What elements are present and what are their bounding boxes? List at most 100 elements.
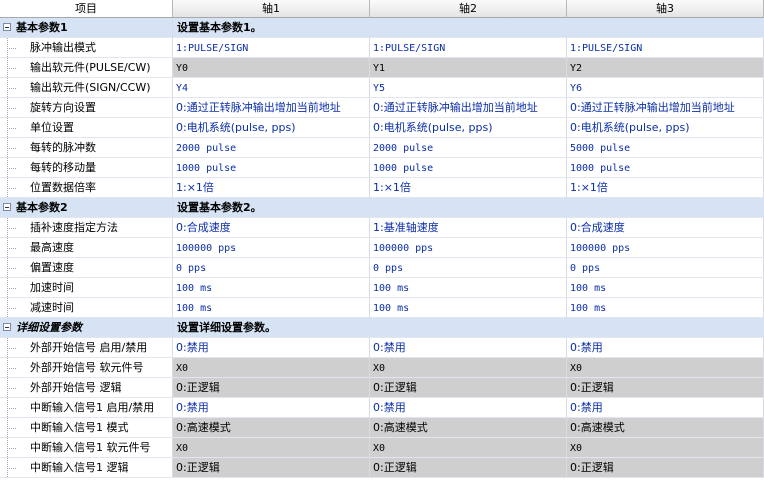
- parameter-row[interactable]: 最高速度 100000 pps 100000 pps 100000 pps: [0, 238, 764, 258]
- axis2-value-cell[interactable]: 0:通过正转脉冲输出增加当前地址: [370, 98, 567, 118]
- axis2-value-cell[interactable]: 100 ms: [370, 298, 567, 318]
- parameter-label-cell[interactable]: 外部开始信号 逻辑: [0, 378, 173, 398]
- parameter-row[interactable]: 外部开始信号 逻辑 0:正逻辑 0:正逻辑 0:正逻辑: [0, 378, 764, 398]
- axis3-value-cell[interactable]: 0:合成速度: [567, 218, 764, 238]
- column-header-item[interactable]: 项目: [0, 0, 173, 18]
- axis2-value-cell[interactable]: 1:×1倍: [370, 178, 567, 198]
- parameter-label-cell[interactable]: 外部开始信号 启用/禁用: [0, 338, 173, 358]
- axis3-value-cell[interactable]: 0:电机系统(pulse, pps): [567, 118, 764, 138]
- axis1-value-cell[interactable]: 0:禁用: [173, 398, 370, 418]
- column-header-axis1[interactable]: 轴1: [173, 0, 370, 18]
- axis2-value-cell[interactable]: 100 ms: [370, 278, 567, 298]
- axis2-value-cell[interactable]: Y1: [370, 58, 567, 78]
- parameter-row[interactable]: 偏置速度 0 pps 0 pps 0 pps: [0, 258, 764, 278]
- parameter-row[interactable]: 中断输入信号1 模式 0:高速模式 0:高速模式 0:高速模式: [0, 418, 764, 438]
- parameter-label-cell[interactable]: 减速时间: [0, 298, 173, 318]
- parameter-row[interactable]: 外部开始信号 软元件号 X0 X0 X0: [0, 358, 764, 378]
- column-header-axis3[interactable]: 轴3: [567, 0, 764, 18]
- axis2-value-cell[interactable]: 2000 pulse: [370, 138, 567, 158]
- parameter-row[interactable]: 加速时间 100 ms 100 ms 100 ms: [0, 278, 764, 298]
- axis1-value-cell[interactable]: 1:×1倍: [173, 178, 370, 198]
- axis1-value-cell[interactable]: Y0: [173, 58, 370, 78]
- axis3-value-cell[interactable]: 1:PULSE/SIGN: [567, 38, 764, 58]
- axis1-value-cell[interactable]: 100 ms: [173, 278, 370, 298]
- axis3-value-cell[interactable]: X0: [567, 438, 764, 458]
- axis3-value-cell[interactable]: 1:×1倍: [567, 178, 764, 198]
- axis2-value-cell[interactable]: 1000 pulse: [370, 158, 567, 178]
- parameter-row[interactable]: 中断输入信号1 逻辑 0:正逻辑 0:正逻辑 0:正逻辑: [0, 458, 764, 478]
- parameter-label-cell[interactable]: 中断输入信号1 启用/禁用: [0, 398, 173, 418]
- parameter-label-cell[interactable]: 每转的移动量: [0, 158, 173, 178]
- parameter-row[interactable]: 插补速度指定方法 0:合成速度 1:基准轴速度 0:合成速度: [0, 218, 764, 238]
- axis3-value-cell[interactable]: 0 pps: [567, 258, 764, 278]
- axis2-value-cell[interactable]: X0: [370, 358, 567, 378]
- parameter-label-cell[interactable]: 最高速度: [0, 238, 173, 258]
- axis3-value-cell[interactable]: 0:禁用: [567, 398, 764, 418]
- parameter-label-cell[interactable]: 偏置速度: [0, 258, 173, 278]
- axis3-value-cell[interactable]: Y2: [567, 58, 764, 78]
- parameter-label-cell[interactable]: 中断输入信号1 模式: [0, 418, 173, 438]
- axis3-value-cell[interactable]: 0:高速模式: [567, 418, 764, 438]
- parameter-label-cell[interactable]: 插补速度指定方法: [0, 218, 173, 238]
- axis1-value-cell[interactable]: 0 pps: [173, 258, 370, 278]
- section-row[interactable]: 基本参数2 设置基本参数2。: [0, 198, 764, 218]
- axis3-value-cell[interactable]: 0:正逻辑: [567, 458, 764, 478]
- axis3-value-cell[interactable]: 0:正逻辑: [567, 378, 764, 398]
- axis1-value-cell[interactable]: Y4: [173, 78, 370, 98]
- axis2-value-cell[interactable]: 0:正逻辑: [370, 458, 567, 478]
- section-header-cell[interactable]: 基本参数2: [0, 198, 173, 218]
- axis2-value-cell[interactable]: 0:禁用: [370, 338, 567, 358]
- axis1-value-cell[interactable]: 0:电机系统(pulse, pps): [173, 118, 370, 138]
- parameter-label-cell[interactable]: 每转的脉冲数: [0, 138, 173, 158]
- axis1-value-cell[interactable]: 0:正逻辑: [173, 458, 370, 478]
- axis1-value-cell[interactable]: 0:合成速度: [173, 218, 370, 238]
- parameter-label-cell[interactable]: 中断输入信号1 软元件号: [0, 438, 173, 458]
- axis3-value-cell[interactable]: 100000 pps: [567, 238, 764, 258]
- axis3-value-cell[interactable]: 5000 pulse: [567, 138, 764, 158]
- axis1-value-cell[interactable]: X0: [173, 358, 370, 378]
- parameter-label-cell[interactable]: 中断输入信号1 逻辑: [0, 458, 173, 478]
- parameter-row[interactable]: 单位设置 0:电机系统(pulse, pps) 0:电机系统(pulse, pps)…: [0, 118, 764, 138]
- parameter-row[interactable]: 外部开始信号 启用/禁用 0:禁用 0:禁用 0:禁用: [0, 338, 764, 358]
- parameter-label-cell[interactable]: 位置数据倍率: [0, 178, 173, 198]
- parameter-label-cell[interactable]: 单位设置: [0, 118, 173, 138]
- axis1-value-cell[interactable]: 100000 pps: [173, 238, 370, 258]
- axis1-value-cell[interactable]: X0: [173, 438, 370, 458]
- parameter-row[interactable]: 中断输入信号1 启用/禁用 0:禁用 0:禁用 0:禁用: [0, 398, 764, 418]
- axis1-value-cell[interactable]: 0:高速模式: [173, 418, 370, 438]
- parameter-label-cell[interactable]: 脉冲输出模式: [0, 38, 173, 58]
- axis3-value-cell[interactable]: X0: [567, 358, 764, 378]
- parameter-row[interactable]: 输出软元件(SIGN/CCW) Y4 Y5 Y6: [0, 78, 764, 98]
- axis2-value-cell[interactable]: 0:高速模式: [370, 418, 567, 438]
- parameter-label-cell[interactable]: 加速时间: [0, 278, 173, 298]
- collapse-toggle-icon[interactable]: [3, 23, 11, 31]
- parameter-row[interactable]: 减速时间 100 ms 100 ms 100 ms: [0, 298, 764, 318]
- axis2-value-cell[interactable]: 0:禁用: [370, 398, 567, 418]
- axis2-value-cell[interactable]: 0:电机系统(pulse, pps): [370, 118, 567, 138]
- axis1-value-cell[interactable]: 0:正逻辑: [173, 378, 370, 398]
- axis2-value-cell[interactable]: 100000 pps: [370, 238, 567, 258]
- parameter-row[interactable]: 脉冲输出模式 1:PULSE/SIGN 1:PULSE/SIGN 1:PULSE/SI…: [0, 38, 764, 58]
- axis3-value-cell[interactable]: 100 ms: [567, 298, 764, 318]
- parameter-row[interactable]: 每转的脉冲数 2000 pulse 2000 pulse 5000 pulse: [0, 138, 764, 158]
- axis3-value-cell[interactable]: 0:通过正转脉冲输出增加当前地址: [567, 98, 764, 118]
- axis1-value-cell[interactable]: 100 ms: [173, 298, 370, 318]
- parameter-label-cell[interactable]: 外部开始信号 软元件号: [0, 358, 173, 378]
- axis3-value-cell[interactable]: 100 ms: [567, 278, 764, 298]
- axis2-value-cell[interactable]: Y5: [370, 78, 567, 98]
- section-row[interactable]: 详细设置参数 设置详细设置参数。: [0, 318, 764, 338]
- axis1-value-cell[interactable]: 1:PULSE/SIGN: [173, 38, 370, 58]
- section-header-cell[interactable]: 基本参数1: [0, 18, 173, 38]
- axis2-value-cell[interactable]: X0: [370, 438, 567, 458]
- axis2-value-cell[interactable]: 0:正逻辑: [370, 378, 567, 398]
- section-header-cell[interactable]: 详细设置参数: [0, 318, 173, 338]
- parameter-row[interactable]: 旋转方向设置 0:通过正转脉冲输出增加当前地址 0:通过正转脉冲输出增加当前地址 0:…: [0, 98, 764, 118]
- axis1-value-cell[interactable]: 2000 pulse: [173, 138, 370, 158]
- parameter-row[interactable]: 输出软元件(PULSE/CW) Y0 Y1 Y2: [0, 58, 764, 78]
- parameter-row[interactable]: 中断输入信号1 软元件号 X0 X0 X0: [0, 438, 764, 458]
- axis2-value-cell[interactable]: 0 pps: [370, 258, 567, 278]
- axis3-value-cell[interactable]: 1000 pulse: [567, 158, 764, 178]
- parameter-label-cell[interactable]: 输出软元件(PULSE/CW): [0, 58, 173, 78]
- parameter-label-cell[interactable]: 输出软元件(SIGN/CCW): [0, 78, 173, 98]
- axis1-value-cell[interactable]: 0:禁用: [173, 338, 370, 358]
